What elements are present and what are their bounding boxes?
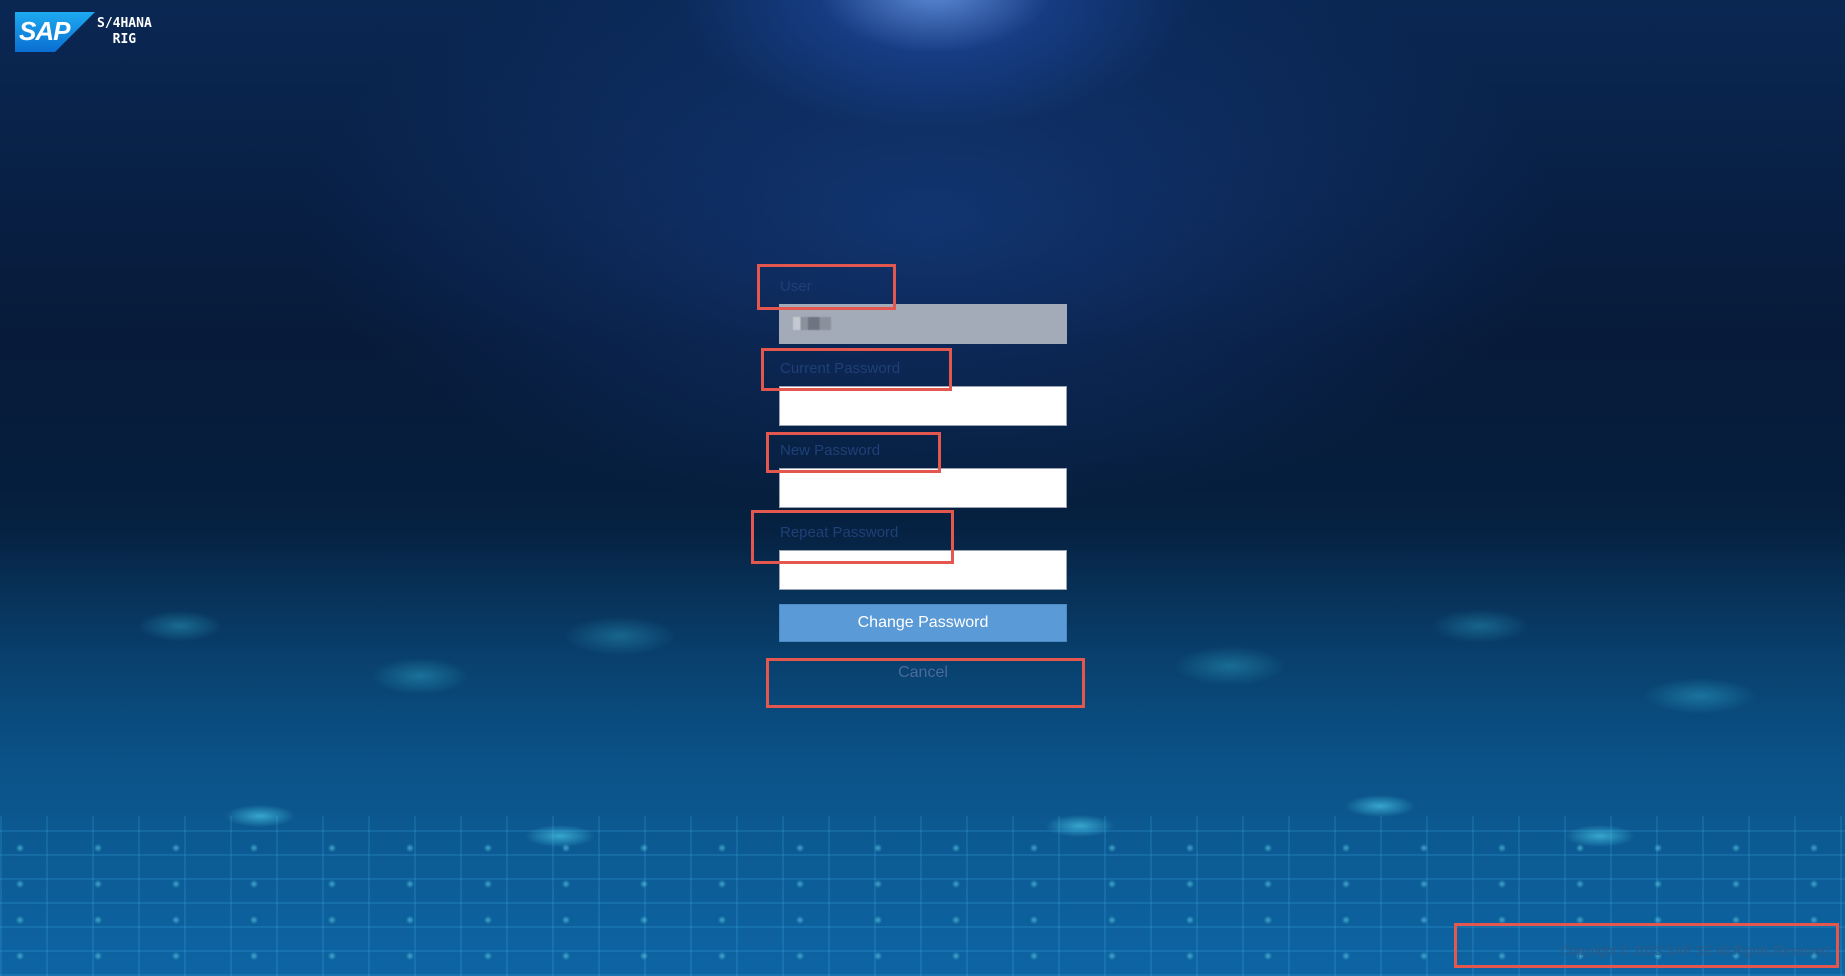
user-field-wrapper [779,304,1067,344]
product-name-line1: S/4HANA [97,16,152,31]
new-password-field[interactable] [779,468,1067,508]
repeat-password-field[interactable] [779,550,1067,590]
copyright-text: Copyright © 2023 SAP SE All Rights Reser… [1560,943,1833,958]
login-page: SAP S/4HANA RIG User Current Password Ne… [0,0,1845,976]
sap-logo-badge: SAP [15,12,95,52]
repeat-password-label: Repeat Password [780,524,899,541]
change-password-form: User Current Password New Password Repea… [779,270,1067,690]
sap-logo: SAP S/4HANA RIG [15,12,152,52]
product-name: S/4HANA RIG [97,16,152,48]
product-name-line2: RIG [112,32,137,47]
user-value-redacted [793,317,831,330]
sap-logo-text: SAP [19,16,70,46]
cancel-button[interactable]: Cancel [779,656,1067,690]
change-password-button[interactable]: Change Password [779,604,1067,642]
current-password-field[interactable] [779,386,1067,426]
user-label: User [780,278,812,295]
new-password-label: New Password [780,442,881,459]
current-password-label: Current Password [780,360,901,377]
